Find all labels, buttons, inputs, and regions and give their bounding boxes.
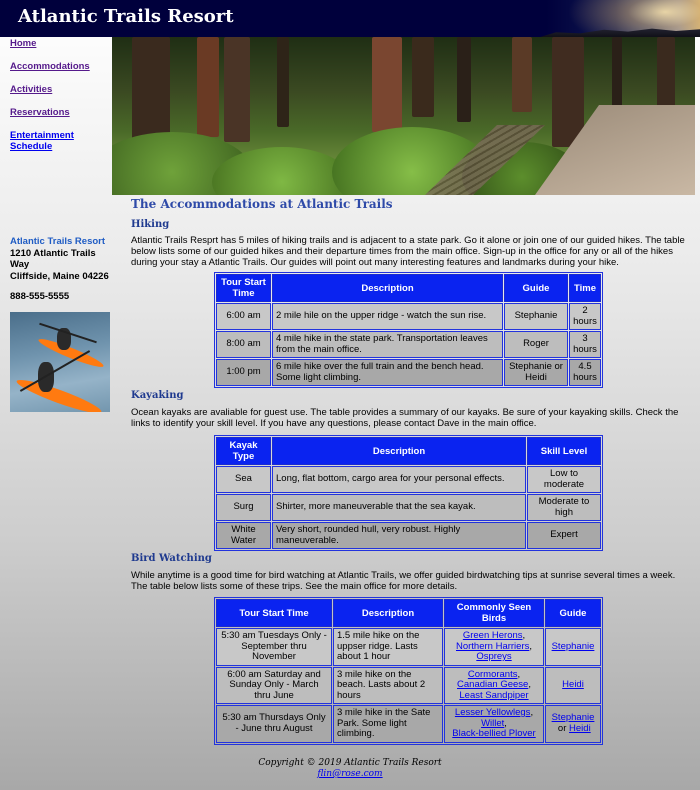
table-cell: 6:00 am <box>216 303 271 330</box>
resort-phone: 888-555-5555 <box>10 291 70 302</box>
bird-link[interactable]: Canadian Geese <box>457 679 528 690</box>
nav-link-home[interactable]: Home <box>10 38 110 49</box>
table-row: 8:00 am 4 mile hike in the state park. T… <box>216 331 601 358</box>
guide-cell: Stephanie <box>545 628 601 666</box>
hiking-table: Tour Start Time Description Guide Time 6… <box>214 272 603 388</box>
page-heading: The Accommodations at Atlantic Trails <box>131 197 393 211</box>
main-content: The Accommodations at Atlantic Trails Hi… <box>131 197 691 745</box>
guide-separator: or <box>555 722 570 734</box>
table-cell: 6 mile hike over the full train and the … <box>272 359 503 386</box>
table-cell: Surg <box>216 494 271 521</box>
table-row: Surg Shirter, more maneuverable that the… <box>216 494 601 521</box>
column-header: Description <box>272 274 503 302</box>
table-cell: Very short, rounded hull, very robust. H… <box>272 522 526 549</box>
nav-link-reservations[interactable]: Reservations <box>10 107 110 118</box>
site-banner: Atlantic Trails Resort <box>0 0 700 37</box>
table-row: 5:30 am Tuesdays Only - September thru N… <box>216 628 601 666</box>
table-cell: White Water <box>216 522 271 549</box>
nav-link-activities[interactable]: Activities <box>10 84 110 95</box>
hiking-heading: Hiking <box>131 219 170 230</box>
table-cell: 3 hours <box>569 331 601 358</box>
birds-cell: Lesser Yellowlegs, Willet, Black-bellied… <box>444 705 544 743</box>
bird-link[interactable]: Green Herons <box>463 630 523 641</box>
site-title: Atlantic Trails Resort <box>18 6 234 27</box>
table-row: 5:30 am Thursdays Only - June thru Augus… <box>216 705 601 743</box>
bird-link[interactable]: Cormorants <box>468 669 518 680</box>
birds-cell: Cormorants, Canadian Geese, Least Sandpi… <box>444 666 544 704</box>
column-header: Description <box>272 437 526 465</box>
table-cell: Moderate to high <box>527 494 601 521</box>
forest-hero-image <box>112 37 695 195</box>
bird-link[interactable]: Least Sandpiper <box>459 690 528 701</box>
table-cell: 8:00 am <box>216 331 271 358</box>
guide-link[interactable]: Stephanie <box>552 712 595 724</box>
table-cell: Shirter, more maneuverable that the sea … <box>272 494 526 521</box>
nav-link-entertainment-schedule[interactable]: Entertainment Schedule <box>10 130 110 152</box>
column-header: Tour Start Time <box>216 599 332 627</box>
table-cell: Stephanie <box>504 303 568 330</box>
table-cell: Expert <box>527 522 601 549</box>
table-cell: 4 mile hike in the state park. Transport… <box>272 331 503 358</box>
column-header: Skill Level <box>527 437 601 465</box>
table-cell: Low to moderate <box>527 466 601 493</box>
main-nav: Home Accommodations Activities Reservati… <box>10 38 110 164</box>
guide-cell: Stephanie or Heidi <box>545 705 601 743</box>
table-row: 1:00 pm 6 mile hike over the full train … <box>216 359 601 386</box>
guide-link[interactable]: Stephanie <box>552 641 595 652</box>
table-cell: 6:00 am Saturday and Sunday Only - March… <box>216 666 332 704</box>
bird-watching-intro: While anytime is a good time for bird wa… <box>131 570 676 592</box>
table-row: 6:00 am 2 mile hile on the upper ridge -… <box>216 303 601 330</box>
hiking-intro: Atlantic Trails Resprt has 5 miles of hi… <box>131 235 685 268</box>
address-name: Atlantic Trails Resort <box>10 236 106 247</box>
bird-link[interactable]: Lesser Yellowlegs <box>455 707 531 718</box>
table-row: White Water Very short, rounded hull, ve… <box>216 522 601 549</box>
table-row: Sea Long, flat bottom, cargo area for yo… <box>216 466 601 493</box>
copyright-text: Copyright © 2019 Atlantic Trails Resort <box>258 758 442 768</box>
table-cell: 3 mile hike on the beach. Lasts about 2 … <box>333 666 443 704</box>
column-header: Tour Start Time <box>216 274 271 302</box>
bird-link[interactable]: Northern Harriers <box>456 641 529 652</box>
bird-link[interactable]: Willet <box>481 718 504 729</box>
address-street: 1210 Atlantic Trails Way <box>10 247 96 271</box>
address-city: Cliffside, Maine 04226 <box>10 270 109 282</box>
bird-watching-heading: Bird Watching <box>131 553 212 564</box>
column-header: Time <box>569 274 601 302</box>
contact-email-link[interactable]: flin@rose.com <box>317 769 382 779</box>
table-cell: 5:30 am Tuesdays Only - September thru N… <box>216 628 332 666</box>
kayaking-table: Kayak Type Description Skill Level Sea L… <box>214 435 603 551</box>
column-header: Kayak Type <box>216 437 271 465</box>
kayaking-photo <box>10 312 110 412</box>
column-header: Guide <box>504 274 568 302</box>
column-header: Description <box>333 599 443 627</box>
table-cell: 1.5 mile hike on the uppser ridge. Lasts… <box>333 628 443 666</box>
table-row: 6:00 am Saturday and Sunday Only - March… <box>216 666 601 704</box>
guide-link[interactable]: Heidi <box>569 723 591 734</box>
guide-link[interactable]: Heidi <box>562 679 584 690</box>
table-cell: 5:30 am Thursdays Only - June thru Augus… <box>216 705 332 743</box>
table-cell: 4.5 hours <box>569 359 601 386</box>
page-footer: Copyright © 2019 Atlantic Trails Resort … <box>0 758 700 780</box>
resort-address: Atlantic Trails Resort 1210 Atlantic Tra… <box>10 236 115 282</box>
guide-cell: Heidi <box>545 666 601 704</box>
bird-link[interactable]: Black-bellied Plover <box>452 728 535 739</box>
table-cell: 3 mile hike in the Sate Park. Some light… <box>333 705 443 743</box>
column-header: Guide <box>545 599 601 627</box>
table-cell: Roger <box>504 331 568 358</box>
column-header: Commonly Seen Birds <box>444 599 544 627</box>
table-cell: Long, flat bottom, cargo area for your p… <box>272 466 526 493</box>
bird-link[interactable]: Ospreys <box>476 651 511 662</box>
bird-watching-table: Tour Start Time Description Commonly See… <box>214 597 603 745</box>
kayaking-heading: Kayaking <box>131 390 184 401</box>
table-cell: 1:00 pm <box>216 359 271 386</box>
table-cell: Sea <box>216 466 271 493</box>
kayaking-intro: Ocean kayaks are avaliable for guest use… <box>131 407 679 429</box>
birds-cell: Green Herons, Northern Harriers, Ospreys <box>444 628 544 666</box>
table-cell: Stephanie or Heidi <box>504 359 568 386</box>
nav-link-accommodations[interactable]: Accommodations <box>10 61 110 72</box>
table-cell: 2 hours <box>569 303 601 330</box>
table-cell: 2 mile hile on the upper ridge - watch t… <box>272 303 503 330</box>
